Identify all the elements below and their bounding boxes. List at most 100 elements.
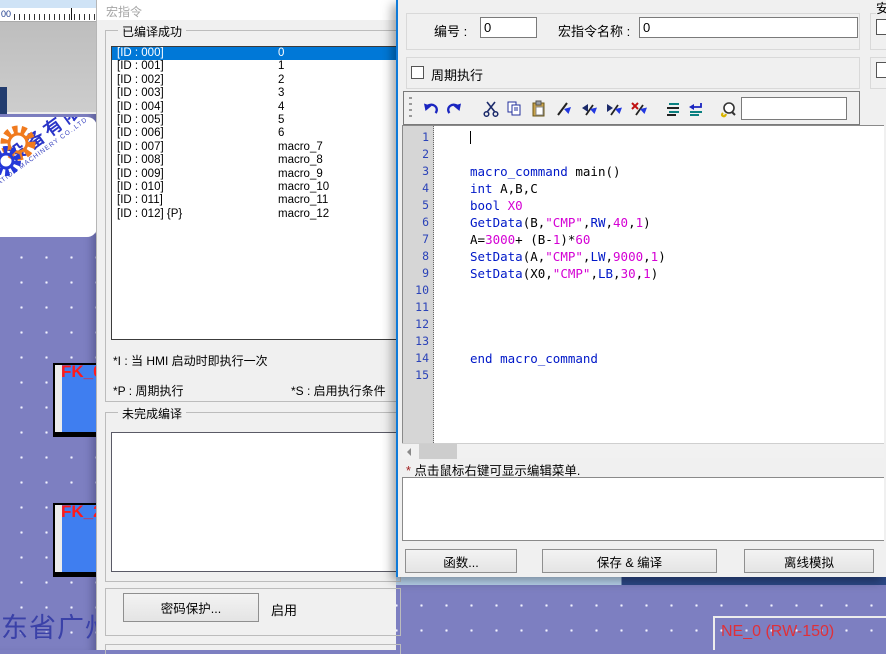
code-line: bool X0 — [434, 197, 884, 214]
unfinished-list[interactable] — [111, 432, 397, 572]
ruler-major-tick — [71, 8, 72, 20]
code-line: GetData(B,"CMP",RW,40,1) — [434, 214, 884, 231]
prev-bookmark-icon — [605, 100, 623, 118]
wrap-return-icon — [687, 100, 705, 118]
cut-button[interactable] — [480, 96, 502, 121]
text-lines-icon — [664, 100, 682, 118]
compile-message-box[interactable] — [402, 477, 884, 541]
macro-list-item[interactable]: [ID : 002]2 — [112, 74, 396, 87]
offline-simulation-button[interactable]: 离线模拟 — [744, 549, 874, 573]
copy-button[interactable] — [503, 96, 525, 121]
scrollbar-thumb[interactable] — [419, 444, 457, 459]
code-line: int A,B,C — [434, 180, 884, 197]
code-line: macro_command main() — [434, 163, 884, 180]
text-lines-button[interactable] — [662, 96, 684, 121]
security-checkbox[interactable] — [876, 19, 886, 35]
gear-logo-icon — [0, 119, 38, 177]
macro-list-item[interactable]: [ID : 003]3 — [112, 87, 396, 100]
scroll-left-arrow[interactable] — [402, 444, 419, 459]
hmi-design-canvas-left[interactable]: 设备有限公司 ATION MACHINERY CO.,LTD FK_0 FK_2… — [0, 114, 96, 650]
wrap-return-button[interactable] — [685, 96, 707, 121]
function-button[interactable]: 函数... — [405, 549, 517, 573]
note-periodic: *P : 周期执行 — [113, 382, 183, 399]
redo-icon — [445, 100, 463, 118]
ruler-origin-label: 00 — [1, 9, 11, 19]
next-bookmark-button[interactable] — [578, 96, 600, 121]
code-line — [434, 282, 884, 299]
macro-list-item[interactable]: [ID : 000]0 — [112, 47, 396, 60]
macro-editor-dialog: 编号 : 宏指令名称 : 安 周期执行 — [396, 0, 886, 577]
undo-icon — [422, 100, 440, 118]
hmi-design-canvas-bottom[interactable]: NE_0 (RW-150) — [396, 585, 886, 650]
macro-list-item[interactable]: [ID : 008]macro_8 — [112, 154, 396, 167]
undo-button[interactable] — [420, 96, 442, 121]
toolbar-search-input[interactable] — [741, 97, 847, 120]
macro-list-item[interactable]: [ID : 012] {P}macro_12 — [112, 208, 396, 221]
macro-name-label: 宏指令名称 : — [558, 21, 630, 40]
find-icon — [719, 100, 737, 118]
paste-icon — [530, 100, 548, 118]
macro-name-input[interactable] — [639, 17, 858, 38]
code-line: SetData(X0,"CMP",LB,30,1) — [434, 265, 884, 282]
toolbar-grip-handle[interactable] — [409, 97, 412, 120]
password-protect-button[interactable]: 密码保护... — [123, 593, 259, 622]
macro-manager-dialog: 宏指令 已编译成功 [ID : 000]0[ID : 001]1[ID : 00… — [96, 0, 396, 650]
editor-horizontal-scrollbar[interactable] — [402, 443, 884, 458]
unfinished-group-label: 未完成编译 — [118, 405, 186, 422]
macro-list-item[interactable]: [ID : 007]macro_7 — [112, 141, 396, 154]
compiled-group-label: 已编译成功 — [118, 23, 186, 40]
macro-list-item[interactable]: [ID : 009]macro_9 — [112, 168, 396, 181]
canvas-city-text: 东省广州 — [1, 606, 96, 645]
prev-bookmark-button[interactable] — [603, 96, 625, 121]
redo-button[interactable] — [443, 96, 465, 121]
macro-list-item[interactable]: [ID : 006]6 — [112, 127, 396, 140]
security-group-label-partial: 安 — [876, 0, 886, 17]
code-lines: macro_command main()int A,B,Cbool X0GetD… — [434, 126, 884, 443]
macro-dialog-titlebar[interactable]: 宏指令 — [97, 0, 396, 20]
code-line — [434, 146, 884, 163]
app-toolbar-strip — [0, 0, 96, 8]
fk2-button-widget[interactable]: FK_2 — [53, 503, 96, 577]
code-line: SetData(A,"CMP",LW,9000,1) — [434, 248, 884, 265]
clear-bookmarks-icon — [630, 100, 648, 118]
code-line — [434, 299, 884, 316]
periodic-label: 周期执行 — [431, 65, 483, 84]
code-line: end macro_command — [434, 350, 884, 367]
cut-icon — [482, 100, 500, 118]
macro-list[interactable]: [ID : 000]0[ID : 001]1[ID : 002]2[ID : 0… — [111, 46, 397, 340]
macro-code-editor[interactable]: 123456789101112131415 macro_command main… — [402, 125, 884, 443]
macro-dialog-title: 宏指令 — [106, 3, 142, 20]
ruler-ticks — [14, 14, 96, 20]
macro-list-item[interactable]: [ID : 011]macro_11 — [112, 194, 396, 207]
fk2-label: FK_2 — [61, 502, 96, 522]
password-status-label: 启用 — [271, 600, 297, 619]
macro-list-item[interactable]: [ID : 010]macro_10 — [112, 181, 396, 194]
macro-list-item[interactable]: [ID : 005]5 — [112, 114, 396, 127]
ne0-numeric-widget[interactable]: NE_0 (RW-150) — [713, 616, 886, 650]
code-line: A=3000+ (B-1)*60 — [434, 231, 884, 248]
next-bookmark-icon — [580, 100, 598, 118]
text-caret — [470, 131, 471, 144]
note-startup: *I : 当 HMI 启动时即执行一次 — [113, 352, 268, 369]
clear-bookmarks-button[interactable] — [628, 96, 650, 121]
find-button[interactable] — [717, 96, 739, 121]
editor-gutter: 123456789101112131415 — [403, 126, 434, 443]
code-line — [434, 316, 884, 333]
macro-list-item[interactable]: [ID : 001]1 — [112, 60, 396, 73]
fk0-button-widget[interactable]: FK_0 — [53, 363, 96, 437]
code-line — [434, 367, 884, 384]
save-compile-button[interactable]: 保存 & 编译 — [542, 549, 717, 573]
macro-id-input[interactable] — [480, 17, 537, 38]
periodic-checkbox[interactable] — [411, 66, 424, 79]
secondary-checkbox[interactable] — [876, 62, 886, 78]
company-logo[interactable]: 设备有限公司 ATION MACHINERY CO.,LTD — [0, 117, 96, 237]
paste-button[interactable] — [528, 96, 550, 121]
toggle-bookmark-button[interactable] — [553, 96, 575, 121]
canvas-ruler: 00 — [0, 8, 96, 22]
bottom-group-partial — [105, 644, 401, 654]
macro-list-item[interactable]: [ID : 004]4 — [112, 101, 396, 114]
macro-id-label: 编号 : — [434, 21, 467, 40]
ne0-label: NE_0 (RW-150) — [721, 623, 834, 640]
fk0-label: FK_0 — [61, 362, 96, 382]
canvas-edge-fragment — [0, 87, 7, 114]
